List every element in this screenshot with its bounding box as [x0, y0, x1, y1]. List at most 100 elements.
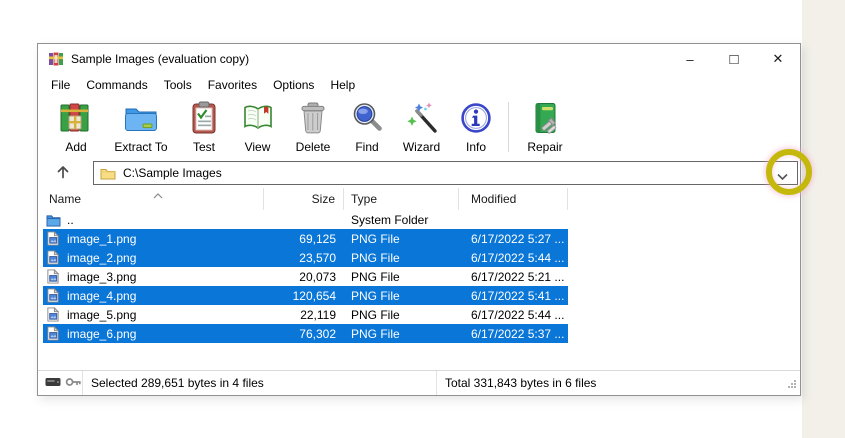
row-modified: 6/17/2022 5:44 ...	[471, 307, 565, 322]
info-button[interactable]: Info	[450, 100, 502, 154]
delete-label: Delete	[295, 140, 331, 154]
file-row[interactable]: image_4.png 120,654 PNG File 6/17/2022 5…	[43, 286, 568, 305]
title-bar[interactable]: Sample Images (evaluation copy) – □ ✕	[38, 44, 800, 74]
file-list: Name Size Type Modified .. System Folder…	[38, 188, 800, 370]
row-size: 20,073	[299, 269, 336, 284]
page-background-strip	[802, 0, 845, 438]
add-archive-books-icon	[58, 100, 94, 139]
repair-button[interactable]: Repair	[515, 100, 575, 154]
row-name: image_2.png	[67, 250, 137, 265]
file-row[interactable]: image_1.png 69,125 PNG File 6/17/2022 5:…	[43, 229, 568, 248]
row-size: 23,570	[299, 250, 336, 265]
image-file-icon	[46, 269, 61, 285]
row-size: 76,302	[299, 326, 336, 341]
address-path-combobox[interactable]: C:\Sample Images	[93, 161, 798, 185]
file-row[interactable]: image_6.png 76,302 PNG File 6/17/2022 5:…	[43, 324, 568, 343]
status-selected-info: Selected 289,651 bytes in 4 files	[91, 376, 264, 390]
delete-button[interactable]: Delete	[285, 100, 341, 154]
row-name: image_1.png	[67, 231, 137, 246]
resize-grip[interactable]	[787, 378, 797, 392]
row-modified: 6/17/2022 5:27 ...	[471, 231, 565, 246]
size-header-label: Size	[311, 192, 335, 206]
winrar-app-icon	[48, 51, 64, 67]
toolbar-separator	[508, 102, 509, 152]
address-path-text: C:\Sample Images	[123, 166, 222, 180]
sort-ascending-icon	[153, 188, 163, 202]
add-label: Add	[65, 140, 87, 154]
wizard-label: Wizard	[402, 140, 441, 154]
menu-file[interactable]: File	[43, 75, 78, 95]
close-button[interactable]: ✕	[756, 44, 800, 74]
find-button[interactable]: Find	[341, 100, 393, 154]
type-header-label: Type	[351, 192, 378, 206]
menu-help[interactable]: Help	[322, 75, 363, 95]
status-total-info: Total 331,843 bytes in 6 files	[436, 371, 800, 395]
row-type: System Folder	[351, 212, 429, 227]
minimize-button[interactable]: –	[668, 44, 712, 74]
menu-commands[interactable]: Commands	[78, 75, 155, 95]
row-modified: 6/17/2022 5:21 ...	[471, 269, 565, 284]
extract-folder-icon	[123, 100, 159, 139]
row-type: PNG File	[351, 269, 400, 284]
view-label: View	[244, 140, 271, 154]
column-header-size[interactable]: Size	[264, 188, 344, 210]
up-folder-icon	[46, 212, 61, 228]
image-file-icon	[46, 250, 61, 266]
column-header-empty	[568, 188, 800, 210]
row-modified: 6/17/2022 5:37 ...	[471, 326, 565, 341]
menu-tools[interactable]: Tools	[156, 75, 200, 95]
row-modified: 6/17/2022 5:41 ...	[471, 288, 565, 303]
row-name: image_4.png	[67, 288, 137, 303]
add-button[interactable]: Add	[48, 100, 104, 154]
row-size: 69,125	[299, 231, 336, 246]
row-name: ..	[67, 212, 74, 227]
test-clipboard-check-icon	[186, 100, 222, 139]
extract-to-button[interactable]: Extract To	[104, 100, 178, 154]
row-size: 120,654	[292, 288, 336, 303]
row-modified: 6/17/2022 5:44 ...	[471, 250, 565, 265]
image-file-icon	[46, 326, 61, 342]
row-type: PNG File	[351, 231, 400, 246]
file-row[interactable]: image_5.png 22,119 PNG File 6/17/2022 5:…	[43, 305, 568, 324]
key-icon[interactable]	[65, 376, 82, 391]
column-header-modified[interactable]: Modified	[459, 188, 568, 210]
wizard-wand-icon	[404, 100, 440, 139]
up-arrow-icon	[55, 164, 71, 183]
image-file-icon	[46, 288, 61, 304]
name-header-label: Name	[49, 192, 82, 206]
delete-trash-icon	[295, 100, 331, 139]
folder-icon	[100, 166, 116, 180]
disk-icon[interactable]	[45, 376, 61, 391]
image-file-icon	[46, 231, 61, 247]
modified-header-label: Modified	[471, 192, 517, 206]
menu-favorites[interactable]: Favorites	[200, 75, 265, 95]
winrar-window: Sample Images (evaluation copy) – □ ✕ Fi…	[37, 43, 801, 396]
column-header-type[interactable]: Type	[344, 188, 459, 210]
view-button[interactable]: View	[230, 100, 285, 154]
row-name: image_5.png	[67, 307, 137, 322]
updir-row[interactable]: .. System Folder	[43, 210, 568, 229]
row-type: PNG File	[351, 307, 400, 322]
file-row[interactable]: image_3.png 20,073 PNG File 6/17/2022 5:…	[43, 267, 568, 286]
address-bar: C:\Sample Images	[38, 158, 800, 188]
row-name: image_6.png	[67, 326, 137, 341]
wizard-button[interactable]: Wizard	[393, 100, 450, 154]
menu-bar: File Commands Tools Favorites Options He…	[38, 74, 800, 96]
file-row[interactable]: image_2.png 23,570 PNG File 6/17/2022 5:…	[43, 248, 568, 267]
image-file-icon	[46, 307, 61, 323]
status-bar: Selected 289,651 bytes in 4 files Total …	[38, 370, 800, 395]
extract-to-label: Extract To	[114, 140, 168, 154]
column-header-row: Name Size Type Modified	[43, 188, 800, 210]
maximize-button[interactable]: □	[712, 44, 756, 74]
row-type: PNG File	[351, 250, 400, 265]
repair-book-bolt-icon	[527, 100, 563, 139]
row-type: PNG File	[351, 288, 400, 303]
annotation-highlight-circle	[766, 149, 812, 195]
toolbar: Add Extract To Test View Delete Find Wiz…	[38, 96, 800, 158]
view-open-book-icon	[240, 100, 276, 139]
up-directory-button[interactable]	[46, 161, 80, 185]
find-magnifier-icon	[349, 100, 385, 139]
info-label: Info	[465, 140, 486, 154]
test-button[interactable]: Test	[178, 100, 230, 154]
menu-options[interactable]: Options	[265, 75, 322, 95]
